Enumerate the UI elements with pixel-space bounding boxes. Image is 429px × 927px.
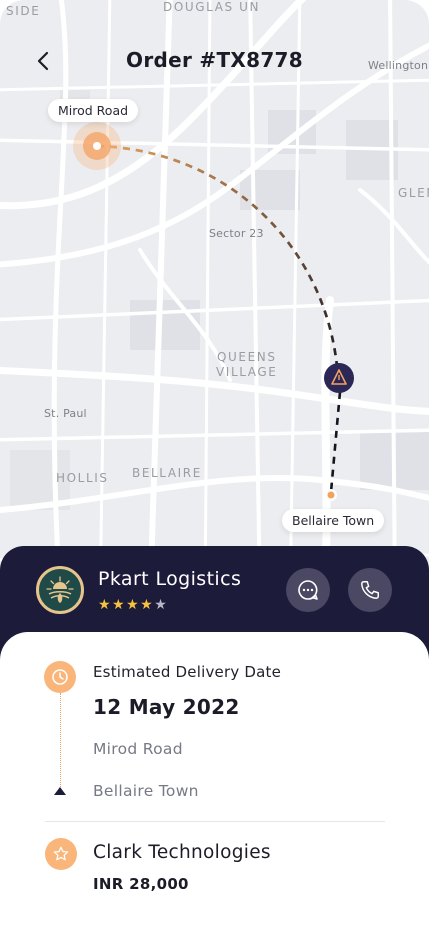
header: Order #TX8778 [0,40,429,82]
courier-name: Pkart Logistics [98,568,242,590]
map-label-sector: Sector 23 [209,227,264,240]
courier-logo [36,566,84,614]
map-label-st-paul: St. Paul [44,407,87,420]
map-label-village: VILLAGE [216,365,278,379]
map-label-hollis: HOLLIS [56,471,109,485]
map-label-douglas: DOUGLAS UN [163,0,261,14]
clock-icon [52,669,68,685]
chat-bubble-icon [298,580,318,600]
chat-button[interactable] [286,568,330,612]
map-label-queens: QUEENS [217,350,277,364]
map-label-bellaire: BELLAIRE [132,466,202,480]
map-view[interactable]: SIDE DOUGLAS UN Wellington GLEN Sector 2… [0,0,429,600]
origin-pin-label[interactable]: Mirod Road [48,99,139,122]
order-tracking-screen: SIDE DOUGLAS UN Wellington GLEN Sector 2… [0,0,429,927]
star-badge [45,838,77,870]
clock-badge [44,661,76,693]
rating-stars-filled: ★★★★ [98,597,155,613]
pickup-location: Mirod Road [93,740,183,758]
courier-rating: ★★★★★ [98,597,168,613]
map-label-side: SIDE [6,4,41,18]
client-name: Clark Technologies [93,842,271,863]
order-amount: INR 28,000 [93,875,189,893]
estimated-delivery-date: 12 May 2022 [93,695,240,719]
page-title: Order #TX8778 [126,48,303,72]
destination-pin-label[interactable]: Bellaire Town [282,509,385,532]
phone-icon [361,581,379,599]
star-icon [53,846,69,861]
destination-marker-icon [54,787,66,795]
section-divider [45,821,385,822]
drop-location: Bellaire Town [93,782,199,800]
call-button[interactable] [348,568,392,612]
map-label-glen: GLEN [398,186,429,200]
rating-stars-empty: ★ [154,597,169,613]
route-timeline-line [60,693,61,789]
leaf-logo-icon [43,573,77,607]
estimated-delivery-label: Estimated Delivery Date [93,663,282,681]
